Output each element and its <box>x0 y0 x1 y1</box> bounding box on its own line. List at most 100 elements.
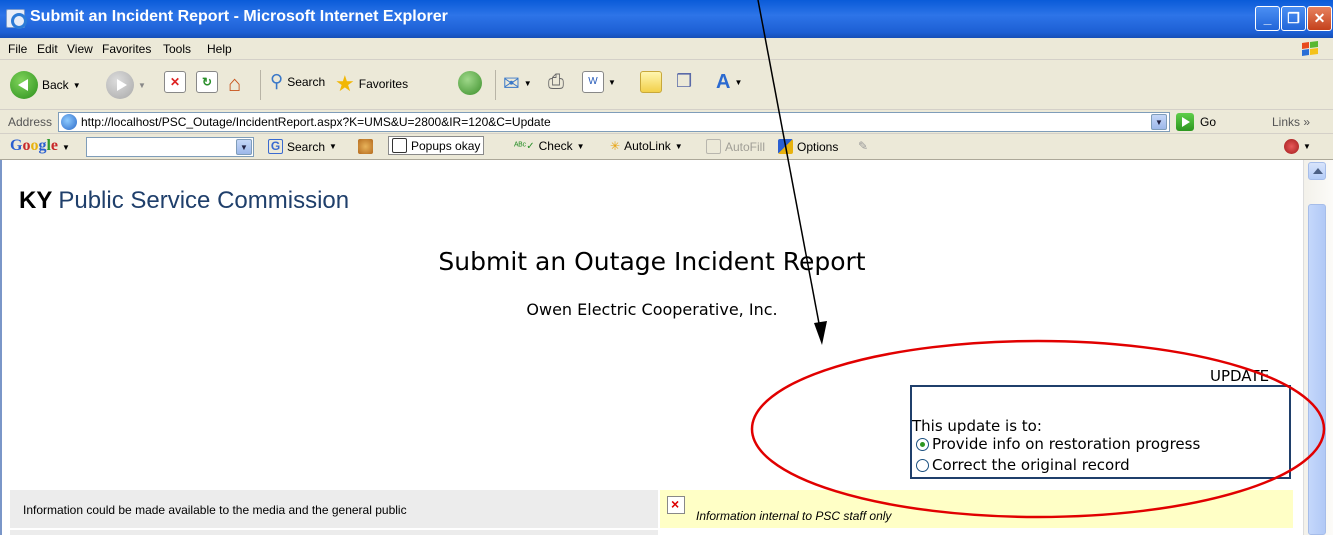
options-button[interactable]: Options <box>778 139 838 154</box>
correct-record-option[interactable]: Correct the original record <box>916 456 1130 474</box>
forward-dropdown-icon[interactable]: ▼ <box>138 81 146 90</box>
address-input[interactable]: http://localhost/PSC_Outage/IncidentRepo… <box>58 112 1170 132</box>
refresh-icon: ↻ <box>196 71 218 93</box>
search-icon: ⚲ <box>270 71 284 91</box>
page-icon <box>61 114 77 130</box>
toolbar-separator <box>260 70 261 100</box>
autolink-button[interactable]: ✳ AutoLink ▼ <box>610 139 683 153</box>
menu-file[interactable]: File <box>8 42 27 56</box>
menu-help[interactable]: Help <box>207 42 232 56</box>
restoration-progress-option[interactable]: Provide info on restoration progress <box>916 435 1200 453</box>
go-button[interactable]: Go <box>1176 113 1216 131</box>
address-dropdown-icon[interactable]: ▼ <box>1151 114 1167 130</box>
autofill-button[interactable]: AutoFill <box>706 139 765 154</box>
popup-blocker-icon <box>392 138 407 153</box>
table-row: Information could be made available to t… <box>10 490 1293 528</box>
research-icon: ❒ <box>676 71 693 91</box>
forward-button[interactable]: ▼ <box>106 71 146 99</box>
discuss-button[interactable] <box>640 71 662 93</box>
address-label: Address <box>8 115 53 129</box>
maximize-button[interactable]: ❐ <box>1281 6 1306 31</box>
google-toolbar: Google ▼ ▼ G Search ▼ Popups okay ᴬᴮᶜ✓ C… <box>0 134 1333 160</box>
stop-button[interactable]: ✕ <box>164 71 186 93</box>
internal-info-label: Information internal to PSC staff only <box>696 509 892 523</box>
restoration-progress-label: Provide info on restoration progress <box>932 435 1201 453</box>
broken-image-icon <box>667 496 685 514</box>
google-logo[interactable]: Google ▼ <box>10 137 70 155</box>
windows-logo-icon <box>1302 41 1318 56</box>
brand-name: Public Service Commission <box>58 187 350 214</box>
vertical-scrollbar[interactable] <box>1303 160 1333 535</box>
google-search-label: Search <box>287 139 326 154</box>
page-content: KY Public Service Commission Submit an Ou… <box>0 160 1303 535</box>
go-label: Go <box>1200 115 1217 129</box>
options-icon <box>778 139 793 154</box>
translate-button[interactable]: A ▼ <box>716 71 742 94</box>
history-icon <box>458 71 482 95</box>
news-icon <box>358 139 373 154</box>
translate-icon <box>1284 139 1299 154</box>
edit-dropdown-icon[interactable]: ▼ <box>608 78 616 87</box>
edit-button[interactable]: W ▼ <box>582 71 616 93</box>
restoration-progress-radio[interactable] <box>916 437 929 451</box>
update-label: UPDATE <box>1210 367 1270 385</box>
google-search-dropdown-icon[interactable]: ▼ <box>236 139 252 155</box>
correct-record-label: Correct the original record <box>932 456 1130 474</box>
google-search-input[interactable]: ▼ <box>86 137 254 157</box>
go-arrow-icon <box>1176 113 1194 131</box>
printer-icon: ⎙ <box>548 71 564 93</box>
autolink-icon: ✳ <box>610 139 621 153</box>
google-search-button[interactable]: G Search ▼ <box>268 139 337 154</box>
favorites-label: Favorites <box>358 77 409 91</box>
history-button[interactable] <box>458 71 482 95</box>
mail-icon: ✉ <box>503 73 520 95</box>
search-button[interactable]: ⚲ Search <box>270 71 325 92</box>
autofill-icon <box>706 139 721 154</box>
spell-check-button[interactable]: ᴬᴮᶜ✓ Check ▼ <box>514 139 585 153</box>
favorites-star-icon: ★ <box>335 71 355 96</box>
spellcheck-icon: ᴬᴮᶜ✓ <box>514 140 535 152</box>
menu-bar: File Edit View Favorites Tools Help <box>0 38 1333 60</box>
table-row <box>10 530 1293 535</box>
close-button[interactable]: ✕ <box>1307 6 1332 31</box>
page-title: Submit an Outage Incident Report <box>438 247 866 276</box>
autofill-label: AutoFill <box>725 139 766 154</box>
scroll-thumb[interactable] <box>1308 204 1326 535</box>
google-news-button[interactable] <box>358 139 373 154</box>
highlight-button[interactable]: ✎ <box>858 139 868 153</box>
public-info-label: Information could be made available to t… <box>23 503 407 517</box>
research-button[interactable]: ❒ <box>676 71 692 92</box>
window-titlebar: Submit an Incident Report - Microsoft In… <box>0 0 1333 38</box>
address-bar: Address http://localhost/PSC_Outage/Inci… <box>0 110 1333 134</box>
print-button[interactable]: ⎙ <box>548 71 564 94</box>
mail-button[interactable]: ✉ ▼ <box>503 71 532 96</box>
mail-dropdown-icon[interactable]: ▼ <box>524 79 532 88</box>
home-button[interactable]: ⌂ <box>228 71 241 97</box>
scroll-up-button[interactable] <box>1308 162 1326 180</box>
home-icon: ⌂ <box>228 71 242 96</box>
update-type-panel: This update is to: Provide info on resto… <box>910 385 1291 479</box>
menu-view[interactable]: View <box>67 42 93 56</box>
refresh-button[interactable]: ↻ <box>196 71 218 93</box>
links-button[interactable]: Links » <box>1272 115 1310 129</box>
favorites-button[interactable]: ★ Favorites <box>335 71 408 97</box>
popups-okay-button[interactable]: Popups okay <box>388 136 485 155</box>
site-brand: KY Public Service Commission <box>19 187 349 215</box>
toolbar-separator <box>495 70 496 100</box>
back-dropdown-icon[interactable]: ▼ <box>73 81 81 90</box>
window-title: Submit an Incident Report - Microsoft In… <box>30 8 448 25</box>
menu-edit[interactable]: Edit <box>37 42 58 56</box>
menu-tools[interactable]: Tools <box>163 42 191 56</box>
translate-dropdown-icon[interactable]: ▼ <box>734 78 742 87</box>
back-button[interactable]: Back ▼ <box>10 71 81 99</box>
brand-abbrev: KY <box>19 187 53 214</box>
popups-label: Popups okay <box>411 138 481 153</box>
translate-tool-button[interactable]: ▼ <box>1284 139 1311 154</box>
correct-record-radio[interactable] <box>916 458 929 472</box>
stop-icon: ✕ <box>164 71 186 93</box>
minimize-button[interactable]: _ <box>1255 6 1280 31</box>
menu-favorites[interactable]: Favorites <box>102 42 151 56</box>
back-label: Back <box>42 78 69 92</box>
back-arrow-icon <box>10 71 38 99</box>
check-label: Check <box>538 139 573 153</box>
